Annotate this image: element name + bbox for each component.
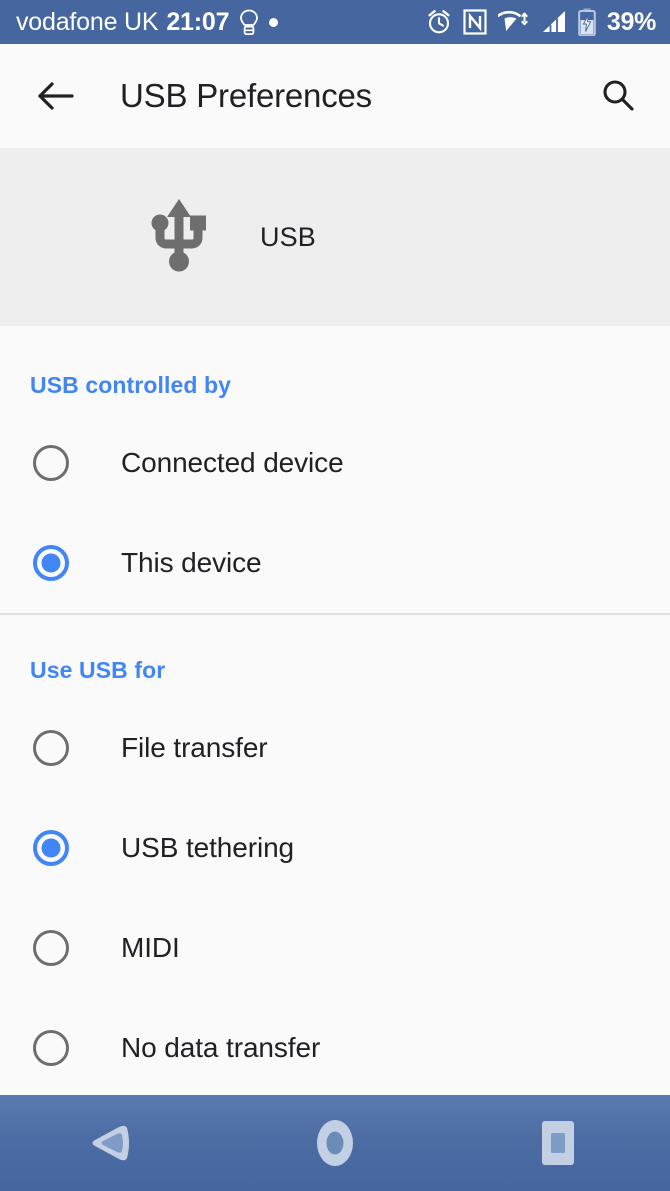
lightbulb-icon [239,9,259,36]
radio-icon [31,928,71,968]
wifi-icon [497,9,530,35]
section-header-usb-controlled-by: USB controlled by [30,372,232,398]
radio-option-midi[interactable]: MIDI [0,898,670,998]
radio-option-label: File transfer [121,732,268,763]
radio-option-file-transfer[interactable]: File transfer [0,698,670,798]
status-clock: 21:07 [166,7,230,36]
radio-option-label: No data transfer [121,1032,321,1063]
alarm-icon [426,9,452,35]
radio-icon [31,728,71,768]
nfc-icon [463,9,487,35]
dot-icon [269,17,279,27]
radio-option-label: USB tethering [121,832,295,863]
battery-percent-label: 39% [606,7,656,36]
nav-back-button[interactable] [0,1095,223,1191]
nav-home-button[interactable] [223,1095,446,1191]
nav-recents-button[interactable] [447,1095,670,1191]
usb-header-card: USB [0,148,670,326]
page-title: USB Preferences [120,77,372,114]
search-icon [603,80,634,111]
back-arrow-icon [38,82,74,110]
app-bar: USB Preferences [0,44,670,148]
radio-option-label: This device [121,547,262,578]
section-use-usb-for: Use USB for File transfer USB tethering … [0,615,670,1098]
signal-icon [541,10,567,34]
radio-icon-selected [31,543,71,583]
radio-option-label: MIDI [121,932,180,963]
radio-icon-selected [31,828,71,868]
radio-icon [31,443,71,483]
recents-nav-icon [542,1121,575,1165]
battery-charging-icon [578,8,596,36]
section-usb-controlled-by: USB controlled by Connected device This … [0,326,670,613]
status-bar-right: 39% [426,8,656,37]
section-header-use-usb-for: Use USB for [30,657,166,683]
radio-option-usb-tethering[interactable]: USB tethering [0,798,670,898]
search-button[interactable] [592,70,644,122]
radio-group-use-usb-for: File transfer USB tethering MIDI No data… [0,684,670,1098]
radio-group-usb-controlled-by: Connected device This device [0,399,670,613]
carrier-label: vodafone UK [16,7,159,36]
radio-icon [31,1028,71,1068]
home-nav-icon [316,1120,353,1166]
usb-icon [148,198,210,276]
back-nav-icon [92,1125,129,1161]
status-bar: vodafone UK 21:07 39% [0,0,670,44]
radio-option-this-device[interactable]: This device [0,513,670,613]
android-navigation-bar [0,1095,670,1191]
radio-option-connected-device[interactable]: Connected device [0,413,670,513]
back-button[interactable] [30,70,82,122]
radio-option-no-data-transfer[interactable]: No data transfer [0,998,670,1098]
usb-card-label: USB [260,221,316,252]
radio-option-label: Connected device [121,447,344,478]
status-bar-left: vodafone UK 21:07 [16,7,279,37]
